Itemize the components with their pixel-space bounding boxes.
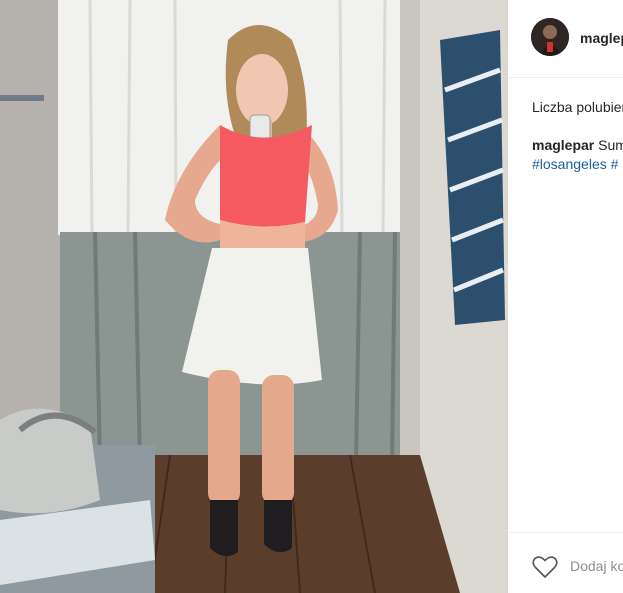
- post-header: maglepar: [508, 0, 623, 78]
- comment-input[interactable]: Dodaj komentarz...: [570, 558, 623, 574]
- post-photo[interactable]: [0, 0, 508, 593]
- caption-hashtags[interactable]: #losangeles #: [532, 155, 618, 174]
- username-link[interactable]: maglepar: [580, 30, 623, 46]
- caption: maglepar Sum: [532, 136, 623, 155]
- caption-text: Sum: [598, 137, 623, 153]
- avatar-image: [531, 18, 569, 56]
- likes-count[interactable]: Liczba polubień: [532, 99, 623, 115]
- avatar[interactable]: [531, 18, 569, 56]
- caption-username[interactable]: maglepar: [532, 137, 594, 153]
- post-side-panel: maglepar Liczba polubień maglepar Sum #l…: [508, 0, 623, 593]
- photo-illustration: [0, 0, 508, 593]
- heart-icon[interactable]: [532, 555, 558, 579]
